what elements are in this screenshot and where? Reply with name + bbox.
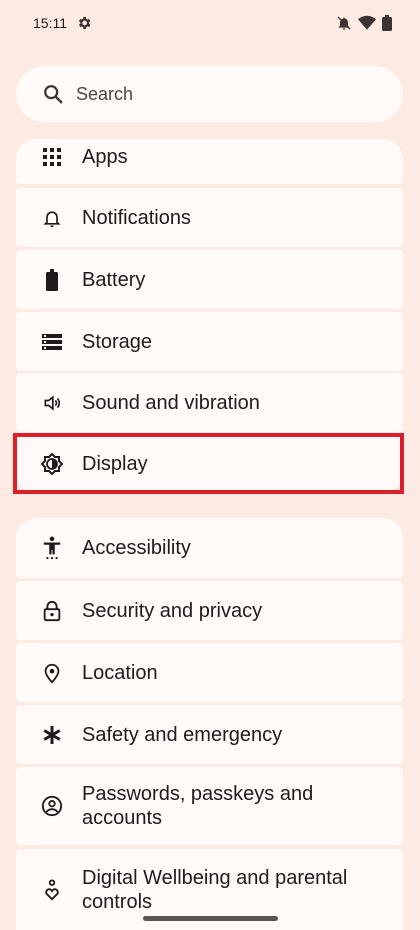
settings-item-label: Digital Wellbeing and parental controls [82,866,348,913]
settings-item-label: Security and privacy [82,599,263,622]
bell-icon [40,206,64,230]
settings-item-passwords[interactable]: Passwords, passkeys and accounts [16,767,403,845]
search-bar[interactable]: Search [16,66,403,122]
lock-icon [40,599,64,623]
settings-item-location[interactable]: Location [16,643,403,702]
settings-item-accessibility[interactable]: Accessibility [16,518,403,578]
settings-item-label: Apps [82,146,128,168]
settings-item-apps[interactable]: Apps [16,139,403,184]
settings-item-sound[interactable]: Sound and vibration [16,373,403,432]
search-icon [44,85,63,104]
settings-item-label: Location [82,661,158,684]
search-placeholder: Search [76,83,134,104]
status-bar: 15:11 [0,0,420,48]
settings-item-security[interactable]: Security and privacy [16,581,403,640]
settings-item-notifications[interactable]: Notifications [16,188,403,247]
location-pin-icon [40,661,64,685]
battery-icon [382,15,392,31]
settings-item-label: Storage [82,330,153,353]
settings-item-label: Display [82,453,148,475]
speaker-icon [40,391,64,415]
settings-item-safety[interactable]: Safety and emergency [16,705,403,764]
settings-group-2: Accessibility Security and privacy Locat… [16,518,403,930]
accessibility-icon [40,536,64,560]
settings-gear-icon [76,15,92,31]
wellbeing-icon [40,878,64,902]
settings-item-label: Battery [82,268,146,291]
settings-item-label: Notifications [82,206,191,229]
settings-group-1: Apps Notifications Battery Storage Sound… [16,139,403,493]
mute-icon [336,15,352,31]
status-time: 15:11 [33,15,67,31]
storage-icon [40,330,64,354]
account-icon [40,794,64,818]
asterisk-icon [40,723,64,747]
settings-item-label: Passwords, passkeys and accounts [82,783,314,829]
settings-item-label: Safety and emergency [82,723,283,746]
navigation-handle[interactable] [143,916,278,921]
settings-item-label: Sound and vibration [82,391,260,414]
settings-item-storage[interactable]: Storage [16,312,403,371]
battery-icon [40,268,64,292]
wifi-icon [358,15,376,31]
settings-item-battery[interactable]: Battery [16,250,403,309]
settings-item-label: Accessibility [82,537,191,559]
status-icons [336,15,392,31]
settings-item-display[interactable]: Display [16,435,403,493]
brightness-icon [40,452,64,476]
apps-grid-icon [40,145,64,169]
